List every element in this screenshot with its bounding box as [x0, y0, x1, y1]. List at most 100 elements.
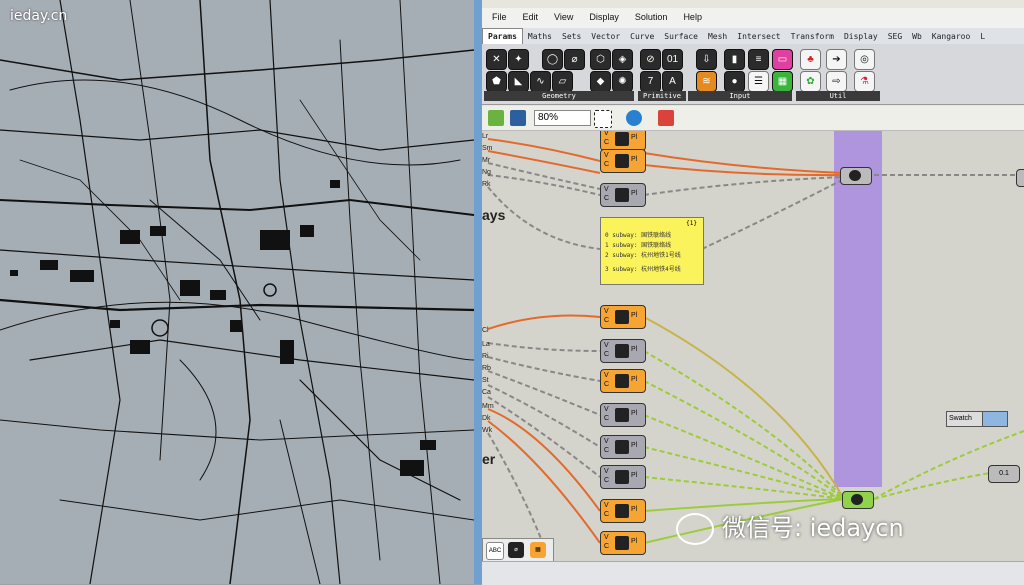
input-label-st: St	[482, 377, 489, 384]
param-circle-icon[interactable]: ◯	[542, 49, 563, 70]
valuelist-icon[interactable]: ≡	[748, 49, 769, 70]
param-plane-icon[interactable]: ⬟	[486, 71, 507, 92]
tab-wb[interactable]: Wb	[907, 29, 927, 44]
rhino-viewport-map[interactable]: ieday.cn	[0, 0, 474, 584]
comp-io-label: V C	[604, 468, 610, 484]
pline-component[interactable]: V C Pl	[600, 149, 646, 173]
arrow-outline-icon[interactable]: ⇨	[826, 71, 847, 92]
comp-output-label: Pl	[631, 156, 638, 163]
pline-component[interactable]: V C Pl	[600, 435, 646, 459]
text-panel[interactable]: {1} 0 subway: 国铁联络线 1 subway: 国铁联络线 2 su…	[600, 217, 704, 285]
comp-output-label: Pl	[631, 134, 638, 141]
comp-output-label: Pl	[631, 410, 638, 417]
save-file-icon[interactable]	[510, 110, 526, 126]
menu-solution[interactable]: Solution	[625, 8, 674, 22]
swatch-color[interactable]	[982, 411, 1008, 427]
button-icon[interactable]: ●	[724, 71, 745, 92]
polyline-icon	[615, 188, 629, 202]
polyline-icon	[615, 440, 629, 454]
tab-params[interactable]: Params	[482, 28, 523, 44]
geometry-group: ✕ ✦ ◯ ⌀ ⬡ ◈ ⬟ ◣ ∿ ▱ ◆ ✺ Geometry	[484, 47, 634, 101]
watermark-wechat-text: 微信号: iedaycn	[722, 514, 904, 542]
merge-node[interactable]	[840, 167, 872, 185]
pline-component[interactable]: V C Pl	[600, 305, 646, 329]
tab-seg[interactable]: SEG	[883, 29, 907, 44]
pline-component[interactable]: V C Pl	[600, 403, 646, 427]
tab-intersect[interactable]: Intersect	[732, 29, 785, 44]
pline-component[interactable]: V C Pl	[600, 465, 646, 489]
param-number-icon[interactable]: 7	[640, 71, 661, 92]
flask-icon[interactable]: ⚗	[854, 71, 875, 92]
number-node[interactable]: 0.1	[988, 465, 1020, 483]
menu-edit[interactable]: Edit	[513, 8, 545, 22]
menu-display[interactable]: Display	[579, 8, 625, 22]
comp-output-label: Pl	[631, 312, 638, 319]
polyline-icon	[615, 470, 629, 484]
input-label-cl: Cl	[482, 327, 489, 334]
param-boolean-icon[interactable]: ⊘	[640, 49, 661, 70]
offscreen-node[interactable]	[1016, 169, 1024, 187]
param-integer-icon[interactable]: 01	[662, 49, 683, 70]
orange-component-icon[interactable]: ▦	[530, 542, 546, 558]
tab-curve[interactable]: Curve	[625, 29, 659, 44]
tab-maths[interactable]: Maths	[523, 29, 557, 44]
merge-node-green[interactable]	[842, 491, 874, 509]
param-geometry-icon[interactable]: ✺	[612, 71, 633, 92]
panel-row: 3 subway: 杭州地铁4号线	[605, 266, 681, 273]
tab-surface[interactable]: Surface	[659, 29, 703, 44]
abc-text-icon[interactable]: ABC	[486, 542, 504, 560]
pline-component[interactable]: V C Pl	[600, 369, 646, 393]
window-frame	[474, 0, 482, 584]
menu-help[interactable]: Help	[673, 8, 708, 22]
menu-file[interactable]: File	[482, 8, 513, 22]
tab-transform[interactable]: Transform	[786, 29, 839, 44]
tab-l[interactable]: L	[975, 29, 990, 44]
preview-eye-icon[interactable]	[626, 110, 642, 126]
param-text-icon[interactable]: A	[662, 71, 683, 92]
galapagos-icon[interactable]: ✿	[800, 71, 821, 92]
param-arc-icon[interactable]: ⌀	[564, 49, 585, 70]
tab-display[interactable]: Display	[839, 29, 883, 44]
cherry-icon[interactable]: ♣	[800, 49, 821, 70]
gradient-icon[interactable]: ▭	[772, 49, 793, 70]
swatch-component[interactable]: Swatch	[946, 411, 1008, 427]
tab-kangaroo[interactable]: Kangaroo	[927, 29, 976, 44]
pline-component[interactable]: V C Pl	[600, 531, 646, 555]
comp-io-label: V C	[604, 152, 610, 168]
arrow-right-icon[interactable]: ➔	[826, 49, 847, 70]
slider-icon[interactable]: ⇩	[696, 49, 717, 70]
fitness-icon[interactable]: ◎	[854, 49, 875, 70]
curve-param-icon	[851, 494, 863, 505]
graph-mapper-icon[interactable]: ≋	[696, 71, 717, 92]
primitive-group: ⊘ 01 7 A Primitive	[638, 47, 686, 101]
param-point-icon[interactable]: ✕	[486, 49, 507, 70]
param-mesh-icon[interactable]: ◆	[590, 71, 611, 92]
group-label-primitive: Primitive	[638, 91, 686, 101]
curve-param-icon[interactable]: ⌀	[508, 542, 524, 558]
menu-view[interactable]: View	[544, 8, 579, 22]
param-line-icon[interactable]: ◣	[508, 71, 529, 92]
grasshopper-canvas[interactable]: Lr Sm Mr Ng Rk ays Cl La Ri Rb St Ca Mm …	[482, 131, 1024, 561]
panel-row: 2 subway: 杭州地铁1号线	[605, 252, 681, 259]
param-box-icon[interactable]: ⬡	[590, 49, 611, 70]
param-surface-icon[interactable]: ▱	[552, 71, 573, 92]
pline-component[interactable]: V C Pl	[600, 131, 646, 151]
tab-vector[interactable]: Vector	[586, 29, 625, 44]
tab-mesh[interactable]: Mesh	[703, 29, 732, 44]
color-swatch-icon[interactable]: ▦	[772, 71, 793, 92]
param-brep-icon[interactable]: ◈	[612, 49, 633, 70]
param-curve-icon[interactable]: ∿	[530, 71, 551, 92]
sketch-pen-icon[interactable]	[658, 110, 674, 126]
pline-component[interactable]: V C Pl	[600, 183, 646, 207]
pline-component[interactable]: V C Pl	[600, 499, 646, 523]
toggle-icon[interactable]: ▮	[724, 49, 745, 70]
param-vector-icon[interactable]: ✦	[508, 49, 529, 70]
pline-component[interactable]: V C Pl	[600, 339, 646, 363]
panel-icon[interactable]: ☰	[748, 71, 769, 92]
zoom-select[interactable]: 80%	[534, 110, 591, 126]
input-label-sm: Sm	[482, 145, 493, 152]
tab-sets[interactable]: Sets	[557, 29, 586, 44]
polyline-icon	[615, 154, 629, 168]
open-file-icon[interactable]	[488, 110, 504, 126]
zoom-extents-icon[interactable]	[594, 110, 612, 128]
